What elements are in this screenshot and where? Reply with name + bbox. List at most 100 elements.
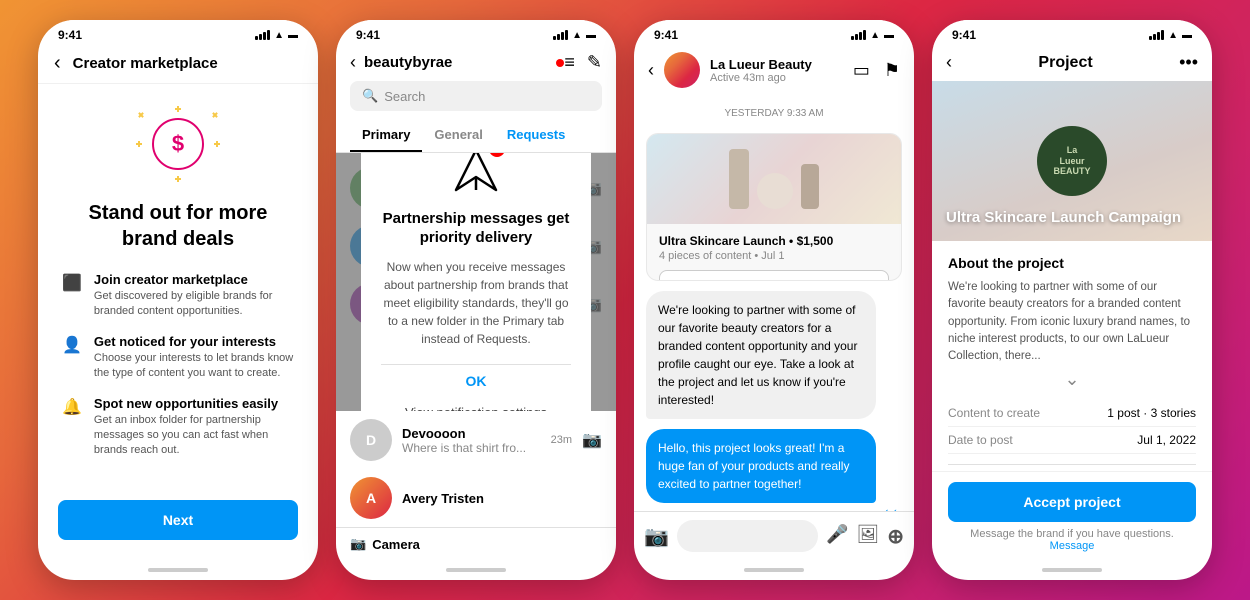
signal-icon <box>255 30 270 40</box>
tab-general[interactable]: General <box>422 119 494 152</box>
more-options-icon[interactable]: ••• <box>1179 52 1198 73</box>
people-icon: 👤 <box>62 335 82 355</box>
list-item-devoooon[interactable]: D Devoooon Where is that shirt fro... 23… <box>336 411 616 469</box>
camera-button[interactable]: 📷 Camera <box>350 536 602 552</box>
feature-text-3: Spot new opportunities easily Get an inb… <box>94 396 294 459</box>
feature-desc-3: Get an inbox folder for partnership mess… <box>94 413 294 459</box>
view-project-button[interactable]: View project <box>659 270 889 281</box>
feature-item-1: ⬛ Join creator marketplace Get discovere… <box>62 272 294 320</box>
bell-icon: 🔔 <box>62 397 82 417</box>
date-value: Jul 1, 2022 <box>1137 433 1196 447</box>
phone1-footer: Next <box>38 500 318 560</box>
message-brand-link[interactable]: Message <box>1050 540 1095 552</box>
sparkle-2 <box>211 111 219 119</box>
back-button[interactable]: ‹ <box>54 52 61 75</box>
signal-icon-2 <box>553 30 568 40</box>
status-bar-3: 9:41 ▲ ▬ <box>634 20 914 46</box>
see-more-chevron[interactable]: ⌄ <box>948 369 1196 390</box>
phone-2: 9:41 ▲ ▬ ‹ beautybyrae ≡ ✎ 🔍 Search Prim… <box>336 20 616 580</box>
about-text: We're looking to partner with some of ou… <box>948 279 1196 365</box>
battery-icon-4: ▬ <box>1182 30 1192 41</box>
wifi-icon-3: ▲ <box>870 30 880 41</box>
chat-name-avery: Avery Tristen <box>402 491 602 506</box>
chat-list-bottom: D Devoooon Where is that shirt fro... 23… <box>336 411 616 527</box>
content-value: 1 post · 3 stories <box>1107 406 1196 420</box>
wifi-icon: ▲ <box>274 30 284 41</box>
about-section-title: About the project <box>948 255 1196 271</box>
status-time-3: 9:41 <box>654 28 678 42</box>
flag-icon[interactable]: ⚑ <box>884 60 900 81</box>
tab-requests[interactable]: Requests <box>495 119 578 152</box>
back-button-3[interactable]: ‹ <box>648 60 654 81</box>
page-title: Creator marketplace <box>73 55 218 72</box>
phone4-header: ‹ Project ••• <box>932 46 1212 81</box>
image-icon[interactable]: 🖼 <box>856 524 879 549</box>
list-icon[interactable]: ≡ <box>564 52 575 73</box>
feature-title-2: Get noticed for your interests <box>94 334 294 349</box>
search-placeholder: Search <box>384 89 425 104</box>
header-icons-2: ≡ ✎ <box>564 52 602 73</box>
tab-primary[interactable]: Primary <box>350 119 422 152</box>
chat-area: YESTERDAY 9:33 AM Ultra Skincare Launch … <box>634 96 914 511</box>
next-button[interactable]: Next <box>58 500 298 540</box>
modal-ok-button[interactable]: OK <box>381 364 571 397</box>
phone-1: 9:41 ▲ ▬ ‹ Creator marketplace $ Sta <box>38 20 318 580</box>
headline: Stand out for more brand deals <box>62 200 294 252</box>
microphone-icon[interactable]: 🎤 <box>826 524 848 549</box>
feature-title-3: Spot new opportunities easily <box>94 396 294 411</box>
hero-caption: Ultra Skincare Launch Campaign <box>946 208 1198 228</box>
battery-icon-2: ▬ <box>586 30 596 41</box>
camera-label: Camera <box>372 537 420 552</box>
search-container: 🔍 Search <box>336 81 616 119</box>
phone2-header: ‹ beautybyrae ≡ ✎ <box>336 46 616 81</box>
message-sent-1: Hello, this project looks great! I'm a h… <box>646 429 876 503</box>
video-icon[interactable]: ▭ <box>853 60 870 81</box>
sparkle-5 <box>214 141 220 147</box>
sparkle-4 <box>137 111 145 119</box>
content-label: Content to create <box>948 406 1040 420</box>
list-item-avery[interactable]: A Avery Tristen <box>336 469 616 527</box>
feature-text-2: Get noticed for your interests Choose yo… <box>94 334 294 382</box>
phone-3: 9:41 ▲ ▬ ‹ La Lueur Beauty Active 43m ag… <box>634 20 914 580</box>
phone3-header: ‹ La Lueur Beauty Active 43m ago ▭ ⚑ <box>634 46 914 96</box>
signal-icon-3 <box>851 30 866 40</box>
camera-icon: ⬛ <box>62 273 82 293</box>
sparkle-6 <box>136 141 142 147</box>
signal-icon-4 <box>1149 30 1164 40</box>
project-card: Ultra Skincare Launch • $1,500 4 pieces … <box>646 133 902 281</box>
search-box[interactable]: 🔍 Search <box>350 81 602 111</box>
avatar-avery: A <box>350 477 392 519</box>
phone3-header-icons: ▭ ⚑ <box>853 60 900 81</box>
brand-status: Active 43m ago <box>710 72 853 84</box>
modal-settings-link[interactable]: View notification settings <box>381 397 571 412</box>
feature-item-2: 👤 Get noticed for your interests Choose … <box>62 334 294 382</box>
accept-project-button[interactable]: Accept project <box>948 482 1196 522</box>
divider <box>948 464 1196 465</box>
phone4-footer: Accept project Message the brand if you … <box>932 471 1212 560</box>
paper-plane-icon <box>451 153 501 195</box>
modal-title: Partnership messages get priority delive… <box>381 209 571 248</box>
edit-icon[interactable]: ✎ <box>587 52 602 73</box>
modal-box: 1 Partnership messages get priority deli… <box>361 153 591 411</box>
chat-preview-devoooon: Where is that shirt fro... <box>402 441 541 455</box>
home-indicator-4 <box>932 560 1212 580</box>
add-icon[interactable]: ⊕ <box>887 524 904 549</box>
footer-note: Message the brand if you have questions.… <box>948 528 1196 552</box>
brand-name: La Lueur Beauty <box>710 57 853 72</box>
detail-row-content: Content to create 1 post · 3 stories <box>948 400 1196 427</box>
back-button-2[interactable]: ‹ <box>350 52 356 73</box>
status-icons-3: ▲ ▬ <box>851 30 894 41</box>
project-card-info: Ultra Skincare Launch • $1,500 4 pieces … <box>647 224 901 281</box>
project-card-title: Ultra Skincare Launch • $1,500 <box>659 234 889 248</box>
camera-icon-chat[interactable]: 📷 <box>582 430 602 450</box>
chat-input-right: 🎤 🖼 ⊕ <box>826 524 904 549</box>
modal-overlay: 1 Partnership messages get priority deli… <box>336 153 616 411</box>
chat-info-avery: Avery Tristen <box>402 491 602 506</box>
chat-input-bar: 📷 🎤 🖼 ⊕ <box>634 511 914 560</box>
status-bar-1: 9:41 ▲ ▬ <box>38 20 318 46</box>
status-icons-1: ▲ ▬ <box>255 30 298 41</box>
project-card-image <box>647 134 901 224</box>
status-time-4: 9:41 <box>952 28 976 42</box>
message-input[interactable] <box>677 520 818 552</box>
camera-input-icon[interactable]: 📷 <box>644 524 669 549</box>
